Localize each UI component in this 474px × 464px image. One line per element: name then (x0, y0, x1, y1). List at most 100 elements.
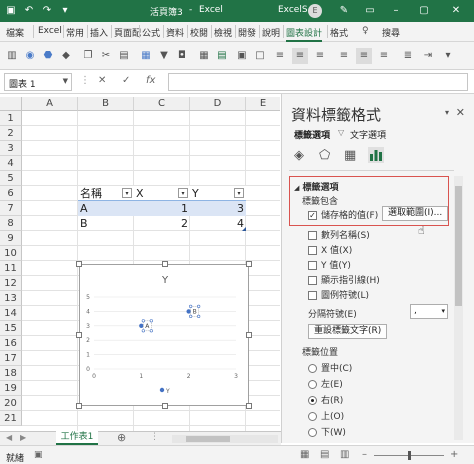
radio[interactable] (308, 380, 317, 389)
row-header[interactable]: 7 (0, 201, 22, 216)
fill-line-icon[interactable]: ◈ (294, 148, 304, 163)
label-handle[interactable] (141, 319, 145, 323)
filter-dropdown-icon[interactable]: ▾ (178, 188, 188, 198)
row-header[interactable]: 8 (0, 216, 22, 231)
column-header[interactable]: E (246, 97, 280, 111)
checkbox[interactable] (308, 246, 317, 255)
reset-label-text-button[interactable]: 重設標籤文字(R) (308, 324, 388, 339)
section-label-options[interactable]: ◢ 標籤選項 (294, 180, 339, 193)
tab-file[interactable]: 檔案 (6, 26, 24, 39)
row-header[interactable]: 11 (0, 261, 22, 276)
add-sheet-icon[interactable]: ⊕ (117, 431, 126, 444)
chart-area[interactable]: 0123450123 AB Y Y (76, 261, 252, 409)
column-header[interactable]: A (22, 97, 78, 111)
row-header[interactable]: 5 (0, 171, 22, 186)
separator-dropdown[interactable]: , ▾ (410, 304, 448, 319)
resize-handle[interactable] (76, 332, 82, 338)
label-handle[interactable] (189, 314, 193, 319)
cut-icon[interactable]: ✂ (98, 48, 114, 64)
radio[interactable] (308, 412, 317, 421)
opt-legend-key[interactable]: 圖例符號(L) (308, 288, 369, 301)
select-all-corner[interactable] (0, 97, 22, 111)
macro-record-icon[interactable]: ▣ (34, 450, 43, 460)
zoom-in-icon[interactable]: + (450, 449, 458, 460)
tab-page-layout[interactable]: 頁面配 (114, 26, 141, 39)
row-header[interactable]: 18 (0, 366, 22, 381)
opt-x-value[interactable]: X 值(X) (308, 243, 352, 256)
chevron-down-icon[interactable]: ▽ (338, 128, 344, 137)
lightbulb-icon[interactable]: ♀ (362, 26, 369, 36)
row-header[interactable]: 12 (0, 276, 22, 291)
customize-qat-icon[interactable]: ▾ (57, 3, 73, 19)
pos-center[interactable]: 置中(C) (308, 361, 352, 374)
tab-home[interactable]: 常用 (66, 26, 84, 39)
row-header[interactable]: 10 (0, 246, 22, 261)
undo-icon[interactable]: ↶ (21, 3, 37, 19)
data-point[interactable] (139, 323, 144, 328)
page-break-view-icon[interactable]: ▥ (340, 449, 349, 460)
opt-series-name[interactable]: 數列名稱(S) (308, 228, 370, 241)
opt-cell-value[interactable]: ✓ 儲存格的值(F) (308, 208, 378, 221)
paste-icon[interactable]: ▤ (116, 48, 132, 64)
resize-handle[interactable] (76, 403, 82, 409)
checkbox[interactable] (308, 261, 317, 270)
pen-icon[interactable]: ✎ (336, 3, 352, 19)
select-range-button[interactable]: 選取範圍(I)... (382, 206, 449, 221)
tab-chart-design[interactable]: 圖表設計 (286, 26, 323, 42)
table-cell[interactable]: A (78, 201, 134, 216)
row-header[interactable]: 14 (0, 306, 22, 321)
data-point[interactable] (186, 309, 191, 314)
table-cell[interactable]: 3 (190, 201, 246, 216)
checkbox[interactable] (308, 291, 317, 300)
formula-input[interactable] (168, 73, 468, 91)
row-header[interactable]: 4 (0, 156, 22, 171)
align-bottom-icon[interactable]: ≡ (376, 48, 392, 64)
table-header-y[interactable]: Y ▾ (190, 186, 246, 201)
tab-label-options[interactable]: 標籤選項 (294, 128, 330, 141)
chevron-down-icon[interactable]: ▼ (63, 77, 68, 85)
search-label[interactable]: 搜尋 (382, 26, 400, 39)
row-header[interactable]: 20 (0, 396, 22, 411)
zoom-out-icon[interactable]: – (362, 449, 367, 460)
normal-view-icon[interactable]: ▦ (300, 449, 309, 460)
table-header-x[interactable]: X ▾ (134, 186, 190, 201)
avatar[interactable]: E (308, 4, 322, 18)
target-icon[interactable]: ◉ (22, 48, 38, 64)
redo-icon[interactable]: ↷ (39, 3, 55, 19)
table-resize-handle[interactable] (242, 227, 246, 231)
sheet-tab[interactable]: 工作表1 (56, 431, 98, 445)
label-handle[interactable] (197, 304, 201, 309)
row-header[interactable]: 17 (0, 351, 22, 366)
close-icon[interactable]: ✕ (448, 3, 464, 19)
chevron-down-icon[interactable]: ▾ (445, 108, 449, 117)
tab-help[interactable]: 說明 (262, 26, 280, 39)
legend-label[interactable]: Y (165, 388, 170, 395)
pos-below[interactable]: 下(W) (308, 425, 346, 438)
tab-review[interactable]: 校閱 (190, 26, 208, 39)
row-header[interactable]: 1 (0, 111, 22, 126)
table-cell[interactable]: 4 (190, 216, 246, 231)
function-icon[interactable]: fx (146, 75, 155, 86)
radio[interactable] (308, 364, 317, 373)
more-icon[interactable]: ▾ (440, 48, 456, 64)
row-header[interactable]: 13 (0, 291, 22, 306)
radio-selected[interactable] (308, 396, 317, 405)
tab-scroll-right-icon[interactable]: ▶ (20, 433, 26, 442)
shapes-icon[interactable]: ⬣ (40, 48, 56, 64)
table-cell[interactable]: B (78, 216, 134, 231)
filter-icon[interactable]: ▼ (156, 48, 172, 64)
ribbon-display-icon[interactable]: ▭ (362, 3, 378, 19)
layout-icon[interactable]: ▣ (234, 48, 250, 64)
align-center-icon[interactable]: ≡ (292, 48, 308, 64)
table-cell[interactable]: 2 (134, 216, 190, 231)
label-handle[interactable] (149, 319, 153, 323)
row-header[interactable]: 6 (0, 186, 22, 201)
column-header[interactable]: D (190, 97, 246, 111)
zoom-slider[interactable] (374, 451, 444, 460)
tab-excel[interactable]: Excel (38, 26, 62, 36)
size-properties-icon[interactable]: ▦ (344, 148, 356, 163)
copy-icon[interactable]: ❐ (80, 48, 96, 64)
cancel-icon[interactable]: ✕ (98, 75, 106, 86)
format-icon[interactable]: ▥ (4, 48, 20, 64)
opt-y-value[interactable]: Y 值(Y) (308, 258, 351, 271)
